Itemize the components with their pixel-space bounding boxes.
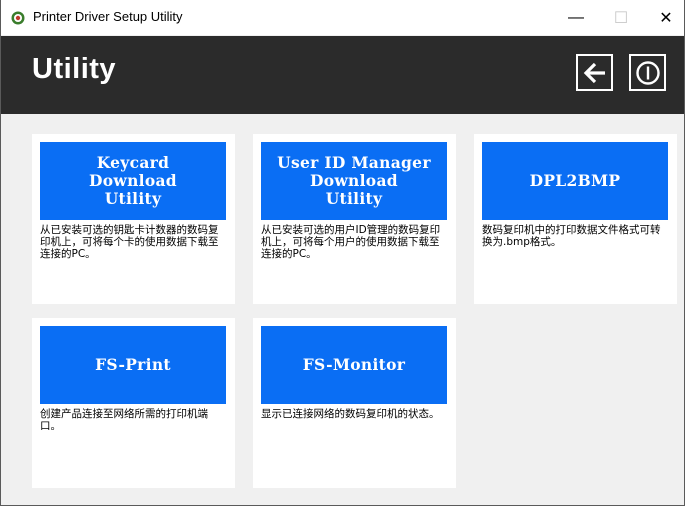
back-arrow-icon bbox=[583, 62, 605, 83]
app-window: Printer Driver Setup Utility — ☐ ✕ Utili… bbox=[0, 0, 685, 506]
power-button[interactable] bbox=[629, 54, 666, 91]
keycard-download-utility-button[interactable]: Keycard Download Utility bbox=[40, 142, 226, 220]
card-description: 创建产品连接至网络所需的打印机端口。 bbox=[40, 408, 208, 432]
title-bar[interactable]: Printer Driver Setup Utility — ☐ ✕ bbox=[1, 0, 684, 35]
card-user-id-manager: User ID Manager Download Utility 从已安装可选的… bbox=[253, 134, 456, 304]
close-icon: ✕ bbox=[659, 9, 673, 27]
app-icon bbox=[11, 11, 25, 25]
card-description: 显示已连接网络的数码复印机的状态。 bbox=[261, 408, 440, 420]
page-title: Utility bbox=[32, 53, 117, 85]
card-keycard: Keycard Download Utility 从已安装可选的钥匙卡计数器的数… bbox=[32, 134, 235, 304]
close-button[interactable]: ✕ bbox=[646, 0, 686, 35]
dpl2bmp-button[interactable]: DPL2BMP bbox=[482, 142, 668, 220]
card-description: 从已安装可选的钥匙卡计数器的数码复印机上，可将每个卡的使用数据下载至连接的PC。 bbox=[40, 224, 219, 260]
card-dpl2bmp: DPL2BMP 数码复印机中的打印数据文件格式可转换为.bmp格式。 bbox=[474, 134, 677, 304]
card-description: 从已安装可选的用户ID管理的数码复印机上，可将每个用户的使用数据下载至连接的PC… bbox=[261, 224, 441, 260]
window-title: Printer Driver Setup Utility bbox=[33, 9, 183, 24]
minimize-button[interactable]: — bbox=[556, 0, 596, 35]
card-fs-print: FS-Print 创建产品连接至网络所需的打印机端口。 bbox=[32, 318, 235, 488]
card-description: 数码复印机中的打印数据文件格式可转换为.bmp格式。 bbox=[482, 224, 661, 248]
user-id-manager-download-utility-button[interactable]: User ID Manager Download Utility bbox=[261, 142, 447, 220]
fs-monitor-button[interactable]: FS-Monitor bbox=[261, 326, 447, 404]
power-icon bbox=[635, 60, 660, 85]
maximize-icon: ☐ bbox=[613, 9, 629, 27]
app-header: Utility bbox=[1, 36, 684, 114]
minimize-icon: — bbox=[568, 8, 584, 26]
card-fs-monitor: FS-Monitor 显示已连接网络的数码复印机的状态。 bbox=[253, 318, 456, 488]
fs-print-button[interactable]: FS-Print bbox=[40, 326, 226, 404]
maximize-button[interactable]: ☐ bbox=[601, 0, 641, 35]
back-button[interactable] bbox=[576, 54, 613, 91]
